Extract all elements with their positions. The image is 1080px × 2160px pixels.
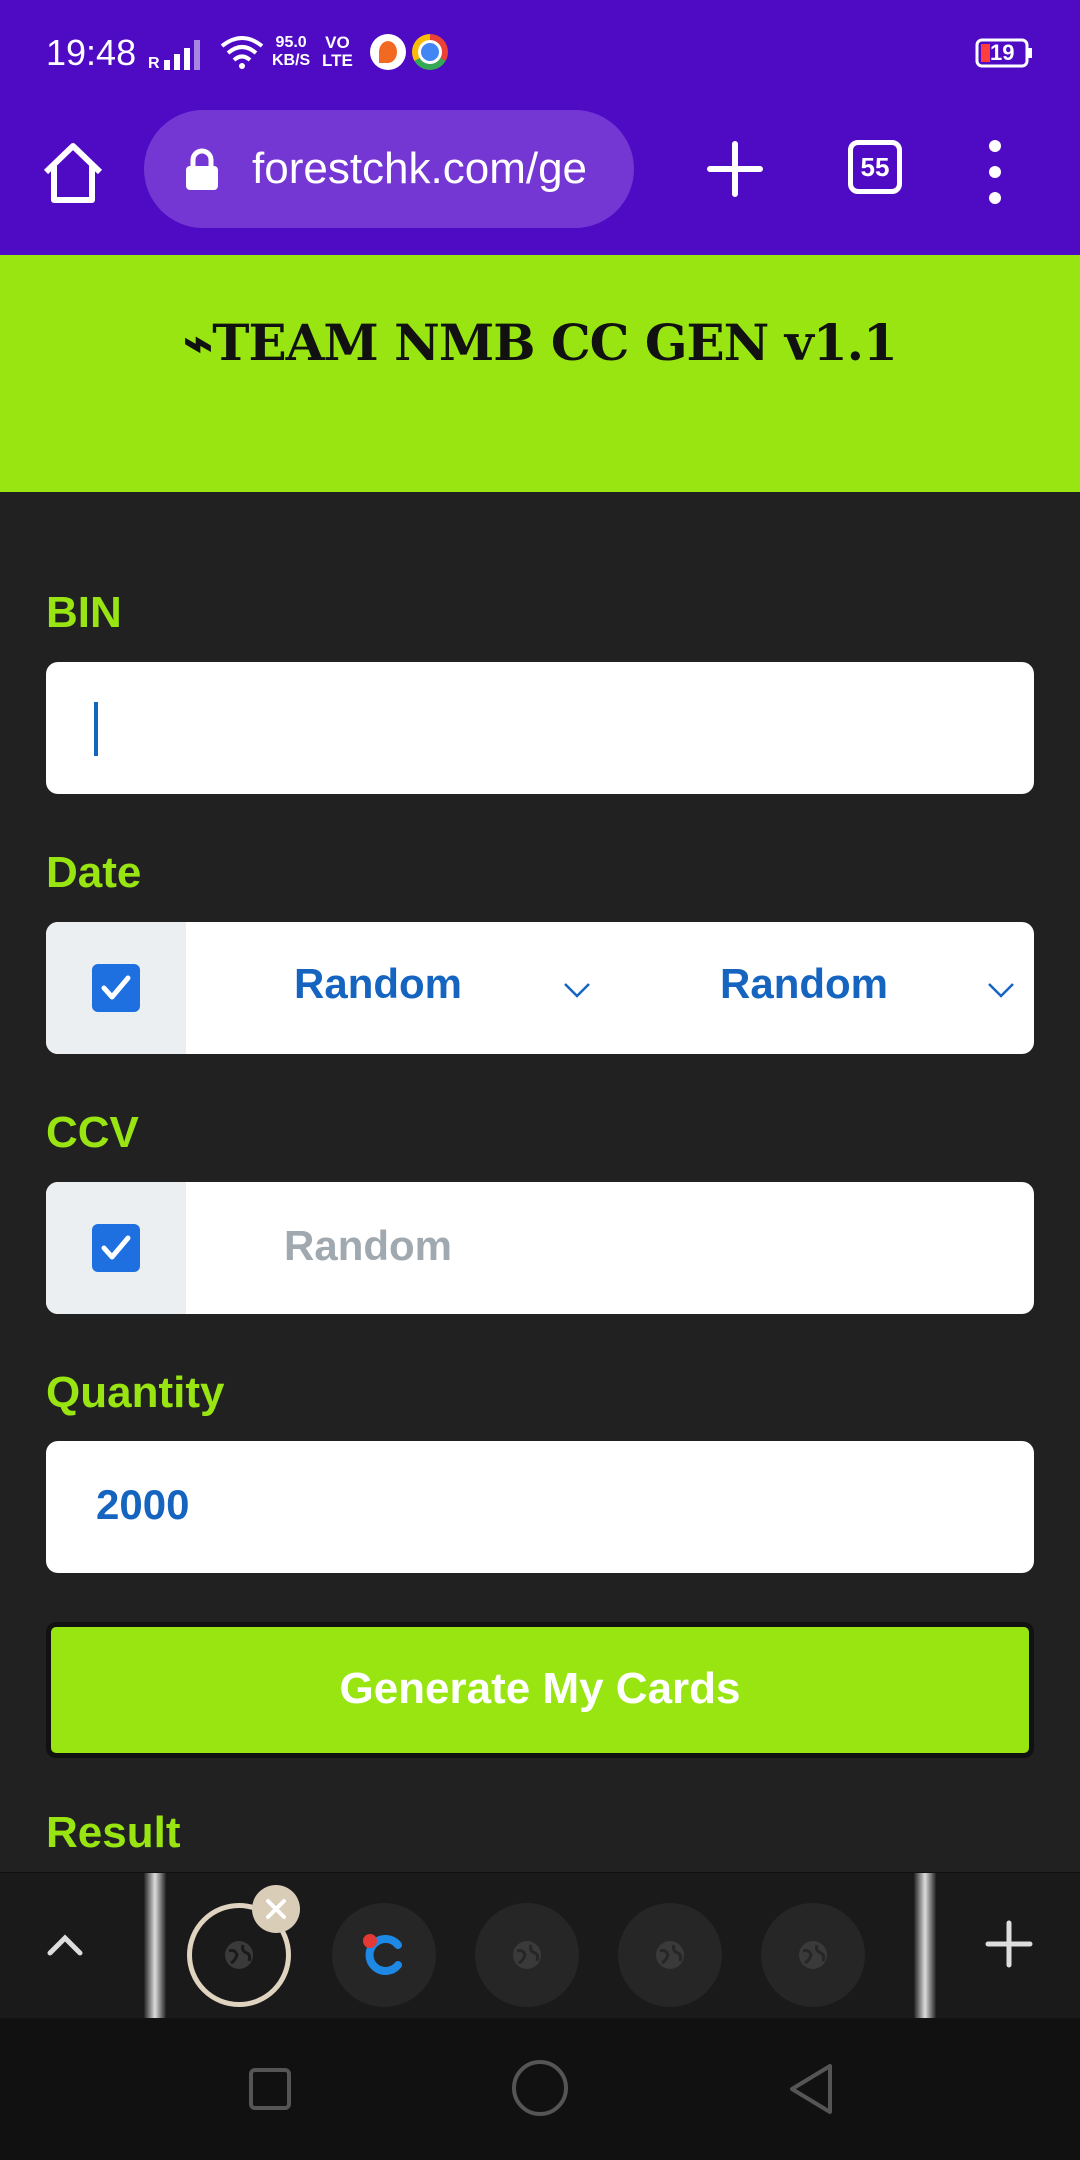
globe-icon [799, 1941, 827, 1969]
svg-text:R: R [148, 55, 160, 72]
tab-switcher-button[interactable]: 55 [848, 140, 902, 194]
more-vert-icon[interactable] [975, 132, 1015, 212]
checkmark-icon [101, 1235, 131, 1260]
quantity-input[interactable]: 2000 [46, 1441, 1034, 1573]
location-app-icon [370, 34, 406, 70]
date-row: Random Random [46, 922, 1034, 1054]
month-select[interactable]: Random [186, 922, 610, 1054]
quantity-value: 2000 [96, 1481, 190, 1528]
ccv-input[interactable]: Random [186, 1182, 1034, 1314]
chevron-up-icon[interactable] [40, 1919, 90, 1969]
quantity-label: Quantity [46, 1368, 225, 1417]
home-icon[interactable] [38, 138, 108, 208]
new-tab-icon[interactable] [700, 134, 770, 204]
chevron-down-icon [564, 983, 590, 998]
strip-edge [914, 1873, 936, 2018]
bin-input[interactable] [46, 662, 1034, 794]
battery-level: 19 [990, 40, 1015, 65]
wifi-icon [220, 36, 264, 69]
year-select-value: Random [720, 960, 888, 1007]
system-nav-bar [0, 2018, 1080, 2160]
date-checkbox[interactable] [92, 964, 140, 1012]
signal-icon: R [148, 40, 200, 72]
ccv-placeholder: Random [284, 1222, 452, 1269]
lock-icon [186, 148, 218, 190]
chrome-icon [412, 34, 448, 70]
clock: 19:48 [46, 32, 137, 73]
browser-toolbar: forestchk.com/ge 55 [0, 110, 1080, 255]
month-select-value: Random [294, 960, 462, 1007]
page-header: ⌁TEAM NMB CC GEN v1.1 [0, 255, 1080, 492]
tab-thumbnail[interactable] [761, 1903, 865, 2007]
close-tab-button[interactable] [252, 1885, 300, 1933]
bin-label: BIN [46, 588, 122, 637]
tab-thumbnail[interactable] [618, 1903, 722, 2007]
back-icon[interactable] [786, 2062, 836, 2116]
tab-thumbnail[interactable] [475, 1903, 579, 2007]
page-title: ⌁TEAM NMB CC GEN v1.1 [183, 313, 898, 372]
network-speed: 95.0 KB/S [272, 34, 311, 69]
status-bar: 19:48 R 95.0 KB/S VO LTE 19 [0, 0, 1080, 110]
ccv-checkbox-cell [46, 1182, 186, 1314]
generate-button[interactable]: Generate My Cards [46, 1622, 1034, 1758]
close-icon [266, 1899, 286, 1919]
tab-strip [0, 1872, 1080, 2018]
ccv-row: Random [46, 1182, 1034, 1314]
add-tab-icon[interactable] [984, 1919, 1034, 1969]
result-label: Result [46, 1808, 181, 1857]
recents-button[interactable] [249, 2068, 291, 2110]
globe-icon [656, 1941, 684, 1969]
text-cursor [94, 702, 98, 756]
globe-icon [513, 1941, 541, 1969]
ccv-checkbox[interactable] [92, 1224, 140, 1272]
url-bar[interactable]: forestchk.com/ge [144, 110, 634, 228]
url-text: forestchk.com/ge [252, 144, 588, 193]
volte-indicator: VO LTE [322, 33, 353, 70]
home-button[interactable] [512, 2060, 568, 2116]
chevron-down-icon [988, 983, 1014, 998]
ccv-label: CCV [46, 1108, 139, 1157]
checkmark-icon [101, 975, 131, 1000]
strip-edge [144, 1873, 166, 2018]
date-checkbox-cell [46, 922, 186, 1054]
date-label: Date [46, 848, 142, 897]
tab-thumbnail[interactable] [332, 1903, 436, 2007]
year-select[interactable]: Random [610, 922, 1034, 1054]
globe-icon [225, 1941, 253, 1969]
app-logo-icon [363, 1934, 402, 1975]
